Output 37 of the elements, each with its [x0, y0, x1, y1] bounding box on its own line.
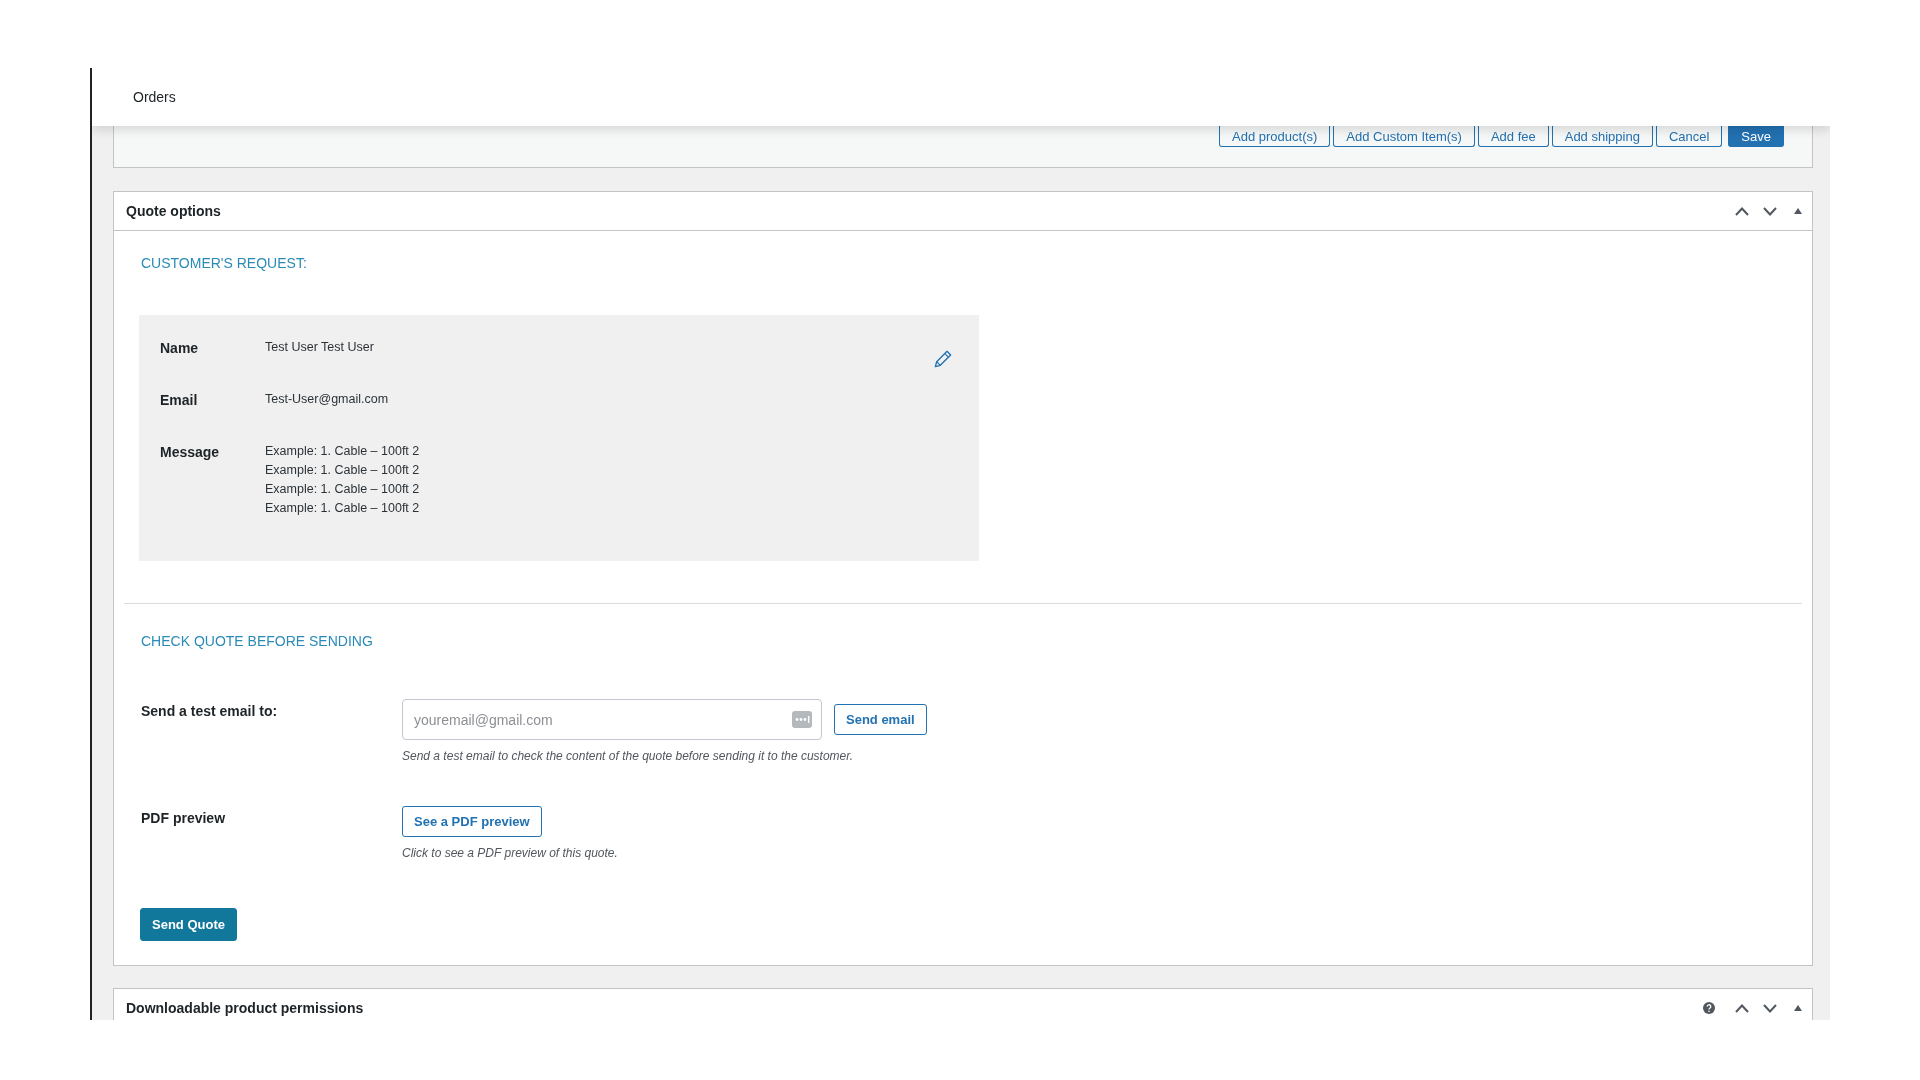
field-value: Example: 1. Cable – 100ft 2 [265, 462, 420, 479]
field-value: Example: 1. Cable – 100ft 2 [265, 481, 420, 498]
toolbar-button[interactable]: Cancel [1655, 126, 1723, 147]
chevron-up-icon[interactable] [1735, 1003, 1749, 1013]
field-value: Example: 1. Cable – 100ft 2 [265, 443, 420, 460]
field-value: Test-User@gmail.com [265, 391, 389, 408]
chevron-up-icon[interactable] [1735, 206, 1749, 216]
panel-title: Quote options [126, 203, 221, 219]
help-text: Click to see a PDF preview of this quote. [402, 846, 618, 860]
field-label: Message [160, 443, 220, 462]
page-title: Orders [133, 89, 176, 105]
triangle-up-icon[interactable] [1794, 208, 1802, 214]
field-label: Email [160, 391, 198, 410]
email-field[interactable]: youremail@gmail.com [402, 699, 822, 740]
send-quote-button[interactable]: Send Quote [140, 908, 237, 941]
pencil-icon[interactable] [934, 350, 952, 368]
save-button[interactable]: Save [1728, 126, 1784, 147]
section-heading: CHECK QUOTE BEFORE SENDING [141, 632, 373, 651]
panel-title: Downloadable product permissions [126, 1000, 364, 1016]
toolbar-button[interactable]: Add product(s) [1219, 126, 1331, 147]
chevron-down-icon[interactable] [1763, 206, 1777, 216]
help-text: Send a test email to check the content of the quote before sending it to the customer. [402, 749, 854, 763]
field-label: Send a test email to: [141, 702, 278, 720]
pdf-preview-button[interactable]: See a PDF preview [402, 806, 542, 837]
field-value: Example: 1. Cable – 100ft 2 [265, 500, 420, 517]
field-label: Name [160, 339, 199, 358]
field-label: PDF preview [141, 809, 226, 827]
help-icon[interactable] [1703, 1002, 1715, 1014]
triangle-up-icon[interactable] [1794, 1005, 1802, 1011]
send-email-button[interactable]: Send email [834, 704, 927, 735]
dots-icon[interactable] [792, 711, 812, 728]
field-value: Test User Test User [265, 339, 374, 356]
toolbar-button[interactable]: Add fee [1477, 126, 1549, 147]
section-heading: CUSTOMER'S REQUEST: [141, 254, 307, 273]
toolbar-button[interactable]: Add Custom Item(s) [1333, 126, 1475, 147]
toolbar-button[interactable]: Add shipping [1551, 126, 1653, 147]
chevron-down-icon[interactable] [1763, 1003, 1777, 1013]
